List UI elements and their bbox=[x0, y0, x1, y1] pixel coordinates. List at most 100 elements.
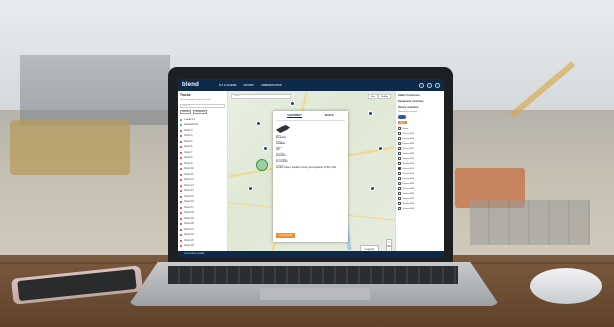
status-dot-icon bbox=[180, 157, 183, 160]
device-checkbox[interactable] bbox=[398, 127, 401, 130]
help-icon[interactable] bbox=[427, 82, 432, 88]
selected-cluster[interactable] bbox=[256, 159, 268, 171]
unit-label: Dozer 10 bbox=[184, 168, 194, 171]
equipment-marker[interactable] bbox=[248, 186, 253, 191]
device-label: Name bbox=[402, 127, 409, 130]
tab-equipment[interactable]: EQUIPMENT bbox=[287, 114, 302, 118]
load-details-button[interactable]: Load Details bbox=[276, 233, 296, 238]
add-button[interactable]: ADD bbox=[398, 121, 407, 125]
map-search-input[interactable]: Search bbox=[231, 94, 291, 99]
status-dot-icon bbox=[180, 184, 183, 187]
status-dot-icon bbox=[180, 234, 183, 237]
popup-field-value: 320 bbox=[276, 149, 280, 151]
device-checkbox[interactable] bbox=[398, 137, 401, 140]
equipment-marker[interactable] bbox=[290, 101, 295, 106]
nav-item-flt[interactable]: FLT & SCHEME bbox=[219, 84, 237, 87]
unit-label: Dozer 7 bbox=[184, 151, 193, 154]
unit-list-item[interactable]: Dozer 24 bbox=[180, 244, 225, 250]
nav-item-history[interactable]: HISTORY bbox=[244, 84, 255, 87]
device-checkbox[interactable] bbox=[398, 207, 401, 210]
status-dot-icon bbox=[180, 151, 183, 154]
unit-label: Dozer 11 bbox=[184, 173, 194, 176]
device-label: Device 4024 bbox=[402, 132, 415, 135]
status-dot-icon bbox=[180, 190, 183, 193]
device-label: Device 4036 bbox=[402, 192, 415, 195]
laptop-keyboard bbox=[168, 266, 458, 284]
device-label: Device 4037 bbox=[402, 197, 415, 200]
tab-device[interactable]: DEVICE bbox=[325, 114, 334, 118]
device-checkbox[interactable] bbox=[398, 177, 401, 180]
header-icons bbox=[419, 82, 440, 88]
right-panel-title: Slider Functions bbox=[398, 93, 420, 97]
status-dot-icon bbox=[180, 195, 183, 198]
device-label: Device 4032 bbox=[402, 172, 415, 175]
unit-label: Dozer 21 bbox=[184, 228, 194, 231]
building-silhouette bbox=[20, 55, 170, 125]
device-checkbox[interactable] bbox=[398, 167, 401, 170]
popup-field-value: AAA1234 bbox=[276, 155, 286, 157]
status-dot-icon bbox=[180, 140, 183, 143]
status-bar: Last vehicle update bbox=[178, 251, 444, 257]
unit-label: Excavator 19 bbox=[184, 124, 198, 127]
unit-label: Dozer 20 bbox=[184, 223, 194, 226]
user-avatar-icon[interactable] bbox=[435, 82, 440, 88]
unit-label: Dozer 12 bbox=[184, 179, 194, 182]
device-checkbox[interactable] bbox=[398, 157, 401, 160]
device-checkbox[interactable] bbox=[398, 152, 401, 155]
status-dot-icon bbox=[180, 168, 183, 171]
device-checkbox[interactable] bbox=[398, 162, 401, 165]
equipment-marker[interactable] bbox=[370, 186, 375, 191]
device-checkbox[interactable] bbox=[398, 172, 401, 175]
unit-label: Dozer 14 bbox=[184, 190, 194, 193]
status-dot-icon bbox=[180, 124, 183, 127]
computer-mouse bbox=[530, 268, 602, 304]
equipment-marker[interactable] bbox=[263, 146, 268, 151]
device-checkbox[interactable] bbox=[398, 147, 401, 150]
map-type-satellite[interactable]: Satellite bbox=[377, 94, 391, 99]
equipment-marker[interactable] bbox=[256, 121, 261, 126]
status-dot-icon bbox=[180, 206, 183, 209]
status-dot-icon bbox=[180, 146, 183, 149]
device-checkbox[interactable] bbox=[398, 132, 401, 135]
app-logo[interactable]: blend bbox=[182, 82, 199, 88]
left-search-input[interactable]: Search bbox=[180, 104, 225, 108]
equipment-summary-heading[interactable]: Equipment summary bbox=[398, 100, 442, 103]
popup-field: Serial No. AAA1234 bbox=[276, 153, 345, 157]
chip-equipment[interactable]: Equipment bbox=[193, 110, 208, 114]
left-panel: Trucks Show equipment within location Se… bbox=[178, 91, 228, 257]
status-dot-icon bbox=[180, 223, 183, 226]
popup-field-value: Available bbox=[276, 143, 286, 145]
popup-fields: Name Excavator Status Available Model 320 Seri… bbox=[276, 135, 345, 169]
device-checkbox[interactable] bbox=[398, 182, 401, 185]
tracking-toggle[interactable] bbox=[398, 115, 406, 119]
device-row[interactable]: Device 4039 bbox=[398, 206, 442, 211]
device-checkbox[interactable] bbox=[398, 187, 401, 190]
status-dot-icon bbox=[180, 239, 183, 242]
device-list: Name Device 4024 Device 4025 Device 4026 Dev… bbox=[398, 126, 442, 211]
unit-label: Dozer 19 bbox=[184, 217, 194, 220]
unit-label: Dozer 5 bbox=[184, 140, 193, 143]
map-type-toggle: Map Satellite bbox=[367, 94, 391, 99]
device-checkbox[interactable] bbox=[398, 202, 401, 205]
device-label: Device 4027 bbox=[402, 147, 415, 150]
popup-field-value: Gordon Street, Franklin County, Pennsylv… bbox=[276, 167, 337, 169]
barrier-fence bbox=[470, 200, 590, 245]
device-checkbox[interactable] bbox=[398, 192, 401, 195]
device-label: Device 4033 bbox=[402, 177, 415, 180]
unit-label: Dozer 4 bbox=[184, 135, 193, 138]
truck-silhouette bbox=[10, 120, 130, 175]
device-selection-heading[interactable]: Device selection bbox=[398, 106, 442, 109]
chip-vehicles[interactable]: Vehicles bbox=[180, 110, 192, 114]
chat-icon[interactable] bbox=[419, 82, 424, 88]
status-dot-icon bbox=[180, 245, 183, 248]
equipment-marker[interactable] bbox=[378, 146, 383, 151]
status-dot-icon bbox=[180, 179, 183, 182]
map-type-map[interactable]: Map bbox=[367, 94, 378, 99]
popup-field: Model 320 bbox=[276, 147, 345, 151]
device-checkbox[interactable] bbox=[398, 142, 401, 145]
zoom-in-button[interactable]: + bbox=[386, 239, 392, 246]
device-checkbox[interactable] bbox=[398, 197, 401, 200]
popup-field: Status Available bbox=[276, 141, 345, 145]
nav-item-admin[interactable]: ADMINISTRATION bbox=[261, 84, 282, 87]
equipment-marker[interactable] bbox=[368, 111, 373, 116]
